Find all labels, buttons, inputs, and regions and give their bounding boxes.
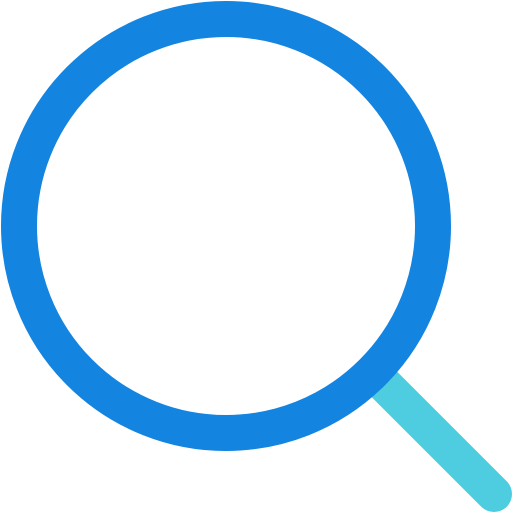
magnifier-lens (1, 1, 451, 451)
search-icon-graphic (1, 1, 512, 512)
search-icon (0, 0, 512, 512)
magnifier-handle (364, 364, 512, 512)
